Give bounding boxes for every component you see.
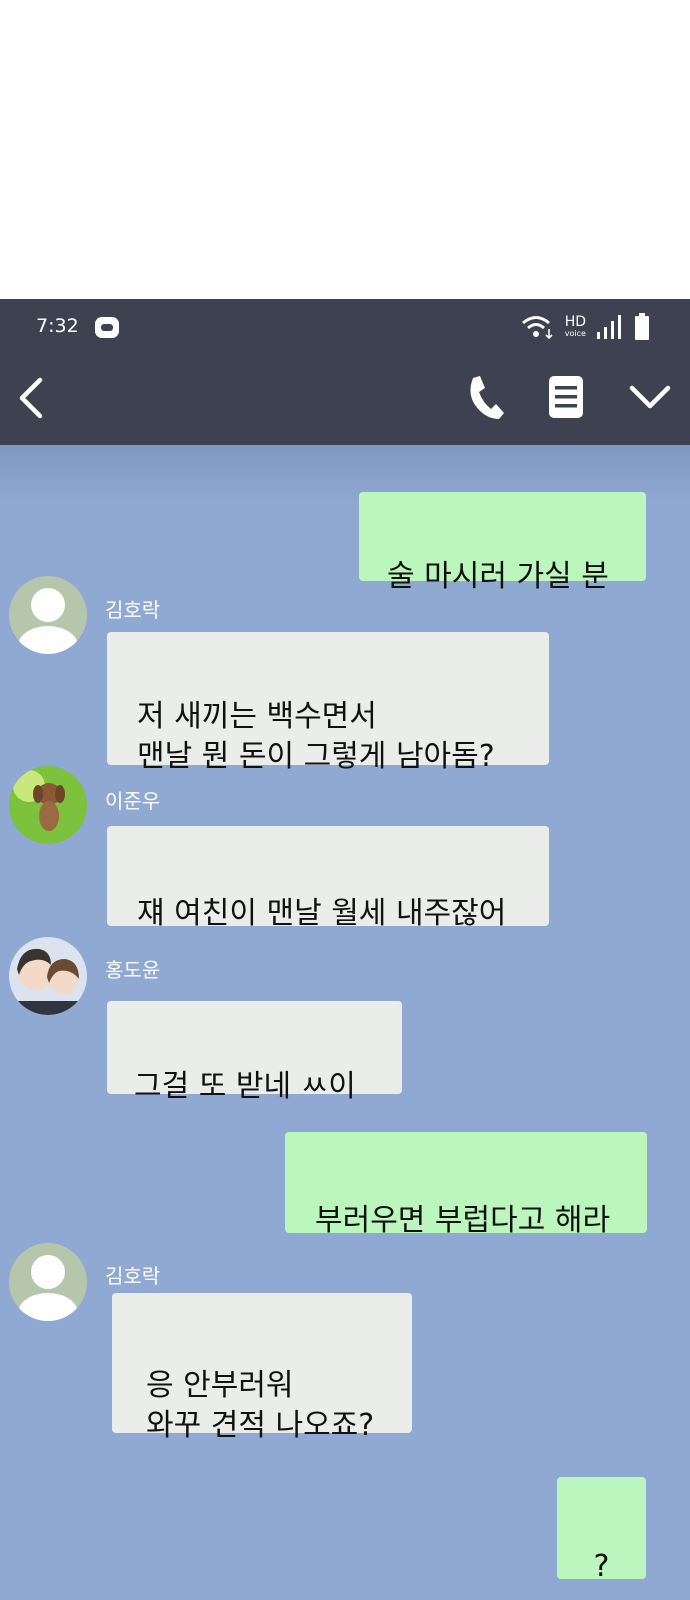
message-text: 그걸 또 받네 ㅆ이 [134, 1069, 356, 1104]
default-avatar-icon [9, 1243, 87, 1321]
message-text: 쟤 여친이 맨날 월세 내주잖어 [137, 896, 507, 931]
hd-voice-indicator: HD voice [564, 314, 586, 338]
message-text: 저 새끼는 백수면서 맨날 뭔 돈이 그렇게 남아돔? [137, 699, 495, 774]
status-time: 7:32 [36, 315, 79, 337]
sender-name: 이준우 [105, 789, 161, 813]
chevron-left-icon[interactable] [14, 377, 46, 419]
their-message-bubble[interactable]: 응 안부러워 와꾸 견적 나오죠? [112, 1293, 412, 1443]
sender-name: 김호락 [105, 1264, 161, 1288]
menu-icon[interactable] [548, 375, 584, 419]
voice-label: voice [564, 329, 586, 338]
my-message-bubble[interactable]: ? [557, 1477, 646, 1584]
message-text: 부러우면 부럽다고 해라 [315, 1203, 611, 1238]
their-message-bubble[interactable]: 저 새끼는 백수면서 맨날 뭔 돈이 그렇게 남아돔? [107, 632, 549, 774]
their-message-bubble[interactable]: 그걸 또 받네 ㅆ이 [107, 1001, 402, 1104]
message-text: 응 안부러워 와꾸 견적 나오죠? [146, 1368, 375, 1443]
app-header: 7:32 HD voice [0, 299, 690, 445]
avatar[interactable] [9, 766, 87, 844]
their-message-bubble[interactable]: 쟤 여친이 맨날 월세 내주잖어 [107, 826, 549, 931]
battery-icon [635, 313, 649, 340]
avatar[interactable] [9, 937, 87, 1015]
message-text: 술 마시러 가실 분 [387, 559, 609, 594]
my-message-bubble[interactable]: 부러우면 부럽다고 해라 [285, 1132, 647, 1238]
message-notification-icon [95, 317, 119, 338]
status-indicators: HD voice [521, 313, 650, 341]
hd-label: HD [564, 314, 586, 330]
wifi-icon [521, 316, 553, 340]
avatar[interactable] [9, 576, 87, 654]
avatar[interactable] [9, 1243, 87, 1321]
chevron-down-icon[interactable] [628, 383, 672, 413]
sender-name: 홍도윤 [105, 958, 161, 982]
default-avatar-icon [9, 576, 87, 654]
couple-photo-avatar-icon [9, 937, 87, 1015]
chat-screen: 7:32 HD voice 술 마시러 가실 분 김호락 저 새끼는 백수면서 … [0, 299, 690, 1600]
my-message-bubble[interactable]: 술 마시러 가실 분 [359, 492, 646, 594]
signal-icon [597, 315, 621, 339]
message-text: ? [593, 1549, 610, 1584]
sender-name: 김호락 [105, 598, 161, 622]
phone-icon[interactable] [465, 375, 505, 421]
dog-photo-avatar-icon [9, 766, 87, 844]
